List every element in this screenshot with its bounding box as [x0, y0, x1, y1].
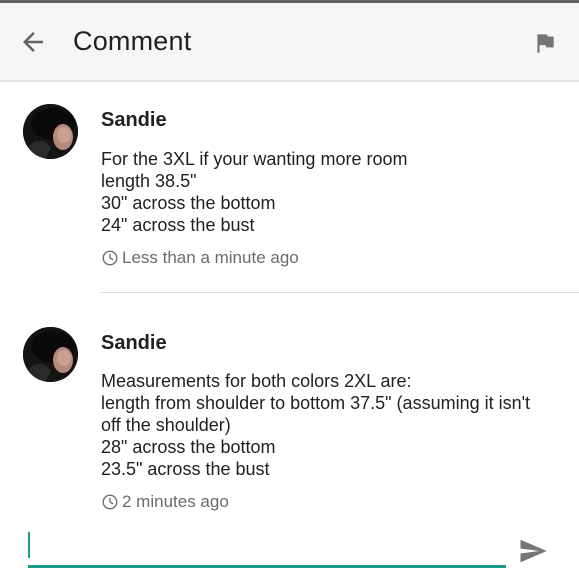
- comment-composer: [0, 520, 579, 580]
- timestamp-text: 2 minutes ago: [122, 492, 229, 511]
- comment-author[interactable]: Sandie: [101, 109, 167, 132]
- comment-timestamp: Less than a minute ago: [101, 248, 299, 268]
- comment-divider: [101, 292, 579, 293]
- comment-body: For the 3XL if your wanting more room le…: [101, 148, 561, 236]
- comment-timestamp: 2 minutes ago: [101, 492, 229, 512]
- comment-body: Measurements for both colors 2XL are: le…: [101, 370, 561, 480]
- back-button[interactable]: [18, 27, 48, 57]
- comment-line: 30" across the bottom: [101, 193, 276, 213]
- comment-line: 28" across the bottom: [101, 437, 276, 457]
- text-cursor: [28, 532, 30, 558]
- comment-line: 23.5" across the bust: [101, 459, 270, 479]
- clock-icon: [102, 250, 118, 266]
- page-title: Comment: [73, 26, 192, 56]
- flag-icon: [537, 34, 554, 53]
- send-button[interactable]: [518, 536, 548, 566]
- report-flag-button[interactable]: [532, 28, 558, 58]
- comment-author[interactable]: Sandie: [101, 332, 167, 355]
- avatar[interactable]: [23, 104, 78, 159]
- comment-input[interactable]: [28, 528, 506, 568]
- comment-line: length 38.5": [101, 171, 197, 191]
- send-icon: [520, 539, 547, 563]
- arrow-back-icon: [23, 32, 43, 52]
- avatar[interactable]: [23, 327, 78, 382]
- comment-line: length from shoulder to bottom 37.5" (as…: [101, 393, 531, 413]
- comment-line: For the 3XL if your wanting more room: [101, 149, 408, 169]
- comment-line: off the shoulder): [101, 415, 231, 435]
- comment-line: 24" across the bust: [101, 215, 255, 235]
- comment-line: Measurements for both colors 2XL are:: [101, 371, 412, 391]
- timestamp-text: Less than a minute ago: [122, 248, 299, 267]
- app-bar: Comment: [0, 3, 579, 82]
- clock-icon: [102, 494, 118, 510]
